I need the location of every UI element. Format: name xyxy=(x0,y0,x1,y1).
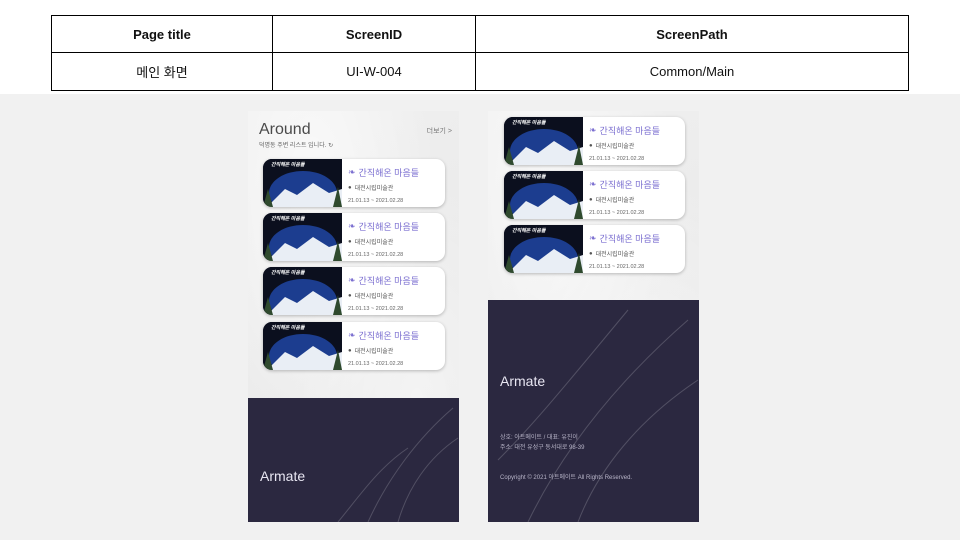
footer-brand: Armate xyxy=(500,373,546,389)
screen-spec-table: Page title ScreenID ScreenPath 메인 화면 UI-… xyxy=(51,15,909,91)
exhibition-title: 간직해온 마음들 xyxy=(358,331,420,341)
location-pin-icon: ● xyxy=(589,196,593,203)
footer-copyright: Copyright © 2021 아트메이트 All Rights Reserv… xyxy=(500,475,633,481)
thumbnail-title: 간직해온 마음들 xyxy=(512,174,546,180)
exhibition-card[interactable]: 간직해온 마음들 ❧ 간직해온 마음들 ● 대전시립미술관 21.01.13 ~ 2021… xyxy=(263,213,445,261)
exhibition-dates: 21.01.13 ~ 2021.02.28 xyxy=(348,252,404,258)
thumbnail-title: 간직해온 마음들 xyxy=(512,228,546,234)
exhibition-place: 대전시립미술관 xyxy=(595,198,635,204)
spec-value-screen-id: UI-W-004 xyxy=(272,52,476,91)
exhibition-card[interactable]: 간직해온 마음들 ❧ 간직해온 마음들 ● 대전시립미술관 21.01.13 ~ 2021… xyxy=(263,267,445,315)
thumbnail-title: 간직해온 마음들 xyxy=(271,216,305,222)
site-footer: Armate 상호: 아트메이트 / 대표: 유진이 주소: 대전 유성구 동서… xyxy=(488,300,699,522)
exhibition-title: 간직해온 마음들 xyxy=(599,234,661,244)
more-link[interactable]: 더보기 > xyxy=(427,126,452,136)
exhibition-place: 대전시립미술관 xyxy=(354,186,394,192)
leaf-icon: ❧ xyxy=(348,275,356,285)
spec-value-page-title: 메인 화면 xyxy=(51,52,273,91)
exhibition-card[interactable]: 간직해온 마음들 ❧ 간직해온 마음들 ● 대전시립미술관 21.01.13 ~ 2021… xyxy=(504,225,685,273)
mockup-canvas xyxy=(0,94,960,540)
spec-value-screen-path: Common/Main xyxy=(475,52,909,91)
exhibition-dates: 21.01.13 ~ 2021.02.28 xyxy=(589,210,645,216)
location-pin-icon: ● xyxy=(348,292,352,299)
thumbnail-title: 간직해온 마음들 xyxy=(271,270,305,276)
exhibition-thumbnail: 간직해온 마음들 xyxy=(263,213,342,261)
footer-company: 상호: 아트메이트 / 대표: 유진이 xyxy=(500,435,578,441)
exhibition-dates: 21.01.13 ~ 2021.02.28 xyxy=(589,156,645,162)
site-footer: Armate xyxy=(248,398,459,522)
exhibition-thumbnail: 간직해온 마음들 xyxy=(504,171,583,219)
section-subtitle: 덕명동 주변 리스트 입니다. ↻ xyxy=(259,143,334,149)
exhibition-title: 간직해온 마음들 xyxy=(599,126,661,136)
exhibition-thumbnail: 간직해온 마음들 xyxy=(504,117,583,165)
location-pin-icon: ● xyxy=(348,184,352,191)
thumbnail-title: 간직해온 마음들 xyxy=(271,325,305,331)
exhibition-dates: 21.01.13 ~ 2021.02.28 xyxy=(348,198,404,204)
exhibition-title: 간직해온 마음들 xyxy=(358,222,420,232)
location-pin-icon: ● xyxy=(589,142,593,149)
leaf-icon: ❧ xyxy=(589,233,597,243)
phone-screen-top: Around 덕명동 주변 리스트 입니다. ↻ 더보기 > 간직해온 마음들 ❧… xyxy=(248,111,459,522)
exhibition-card[interactable]: 간직해온 마음들 ❧ 간직해온 마음들 ● 대전시립미술관 21.01.13 ~ 2021… xyxy=(504,117,685,165)
exhibition-thumbnail: 간직해온 마음들 xyxy=(504,225,583,273)
exhibition-thumbnail: 간직해온 마음들 xyxy=(263,267,342,315)
exhibition-place: 대전시립미술관 xyxy=(354,349,394,355)
exhibition-thumbnail: 간직해온 마음들 xyxy=(263,159,342,207)
exhibition-dates: 21.01.13 ~ 2021.02.28 xyxy=(348,361,404,367)
exhibition-thumbnail: 간직해온 마음들 xyxy=(263,322,342,370)
phone-screen-bottom: 간직해온 마음들 ❧ 간직해온 마음들 ● 대전시립미술관 21.01.13 ~ 2021… xyxy=(488,111,699,522)
exhibition-title: 간직해온 마음들 xyxy=(358,276,420,286)
spec-header-page-title: Page title xyxy=(51,15,273,53)
location-pin-icon: ● xyxy=(348,347,352,354)
refresh-icon[interactable]: ↻ xyxy=(328,143,333,149)
leaf-icon: ❧ xyxy=(348,221,356,231)
leaf-icon: ❧ xyxy=(348,330,356,340)
leaf-pattern-icon xyxy=(337,407,459,522)
exhibition-place: 대전시립미술관 xyxy=(595,252,635,258)
exhibition-dates: 21.01.13 ~ 2021.02.28 xyxy=(589,264,645,270)
footer-address: 주소: 대전 유성구 동서대로 98-39 xyxy=(500,445,585,451)
spec-slide: Page title ScreenID ScreenPath 메인 화면 UI-… xyxy=(0,0,960,540)
exhibition-card[interactable]: 간직해온 마음들 ❧ 간직해온 마음들 ● 대전시립미술관 21.01.13 ~ 2021… xyxy=(504,171,685,219)
leaf-icon: ❧ xyxy=(589,125,597,135)
thumbnail-title: 간직해온 마음들 xyxy=(512,120,546,126)
spec-header-screen-id: ScreenID xyxy=(272,15,476,53)
exhibition-dates: 21.01.13 ~ 2021.02.28 xyxy=(348,306,404,312)
spec-header-screen-path: ScreenPath xyxy=(475,15,909,53)
exhibition-title: 간직해온 마음들 xyxy=(358,168,420,178)
leaf-icon: ❧ xyxy=(589,179,597,189)
thumbnail-title: 간직해온 마음들 xyxy=(271,162,305,168)
exhibition-card[interactable]: 간직해온 마음들 ❧ 간직해온 마음들 ● 대전시립미술관 21.01.13 ~ 2021… xyxy=(263,159,445,207)
footer-brand: Armate xyxy=(260,468,306,484)
exhibition-place: 대전시립미술관 xyxy=(354,240,394,246)
location-pin-icon: ● xyxy=(348,238,352,245)
exhibition-card[interactable]: 간직해온 마음들 ❧ 간직해온 마음들 ● 대전시립미술관 21.01.13 ~ 2021… xyxy=(263,322,445,370)
leaf-icon: ❧ xyxy=(348,167,356,177)
leaf-pattern-icon xyxy=(497,309,699,522)
location-pin-icon: ● xyxy=(589,250,593,257)
exhibition-place: 대전시립미술관 xyxy=(595,144,635,150)
section-title: Around xyxy=(259,121,311,138)
exhibition-place: 대전시립미술관 xyxy=(354,294,394,300)
exhibition-title: 간직해온 마음들 xyxy=(599,180,661,190)
